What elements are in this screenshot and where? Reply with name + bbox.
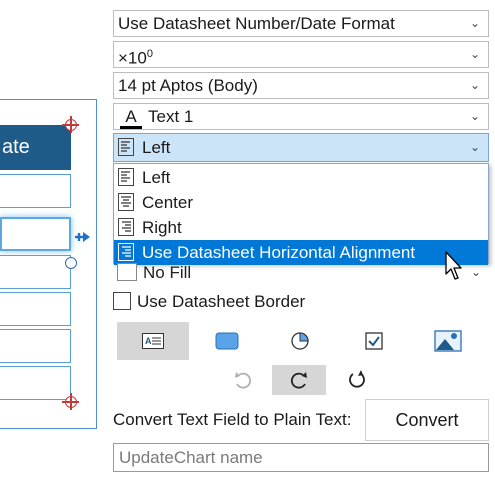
chevron-down-icon: ⌄ [470, 265, 481, 279]
scale-dropdown[interactable]: ×100 ⌄ [113, 41, 489, 68]
table-cell[interactable] [0, 329, 71, 363]
table-cell[interactable] [0, 292, 71, 326]
convert-text-label: Convert Text Field to Plain Text: [113, 410, 352, 429]
chart-name-input[interactable] [113, 443, 489, 472]
scale-base: ×10 [118, 48, 147, 68]
picture-icon [434, 330, 462, 352]
alignment-dropdown[interactable]: Left ⌄ [113, 133, 489, 162]
textbox-icon: A [142, 333, 164, 349]
mouse-cursor-icon [445, 251, 462, 280]
alignment-option-left[interactable]: Left [114, 165, 488, 190]
rotate-right-button[interactable] [330, 365, 384, 395]
alignment-list: Left Center Right Use Datasheet Horizont… [113, 163, 489, 265]
text-color-dropdown[interactable]: A Text 1 ⌄ [113, 103, 489, 130]
use-datasheet-border-row[interactable]: Use Datasheet Border [113, 290, 305, 314]
chevron-down-icon: ⌄ [469, 78, 480, 92]
rotate-right-icon [349, 370, 365, 388]
chevron-down-icon: ⌄ [469, 47, 480, 61]
table-header-cell[interactable]: ate [0, 125, 71, 170]
table-cell[interactable] [0, 366, 71, 400]
textbox-button[interactable]: A [117, 322, 189, 360]
number-format-value: Use Datasheet Number/Date Format [118, 14, 395, 33]
table-cell[interactable] [0, 255, 71, 289]
alignment-option-label: Center [142, 193, 194, 212]
alignment-option-center[interactable]: Center [114, 190, 488, 215]
number-format-dropdown[interactable]: Use Datasheet Number/Date Format ⌄ [113, 10, 489, 37]
pie-button[interactable] [277, 324, 323, 358]
font-value: 14 pt Aptos (Body) [118, 76, 258, 95]
checkbox-button[interactable] [351, 324, 397, 358]
picture-button[interactable] [425, 324, 471, 358]
shape-button[interactable] [204, 324, 250, 358]
chevron-down-icon: ⌄ [469, 16, 480, 30]
pie-icon [291, 332, 309, 350]
convert-button[interactable]: Convert [365, 399, 489, 441]
align-center-icon [118, 192, 134, 211]
redo-button[interactable] [272, 365, 326, 395]
table-cell-selected[interactable] [0, 217, 71, 251]
resize-handle-bottom-right[interactable] [62, 393, 79, 410]
alignment-option-label: Right [142, 218, 182, 237]
rotate-left-button[interactable] [216, 365, 270, 395]
fill-dropdown[interactable]: No Fill ⌄ [113, 260, 489, 285]
resize-handle-top-right[interactable] [62, 116, 79, 133]
align-left-icon [118, 137, 134, 156]
add-column-icon[interactable] [73, 228, 91, 246]
datasheet-align-icon [118, 242, 134, 261]
alignment-option-right[interactable]: Right [114, 215, 488, 240]
table-cell[interactable] [0, 174, 71, 208]
chevron-down-icon: ⌄ [469, 109, 480, 123]
align-right-icon [118, 217, 134, 236]
align-left-icon [118, 167, 134, 186]
table-header-text: ate [2, 136, 30, 158]
rounded-rect-icon [215, 332, 239, 350]
rotate-left-icon [235, 372, 252, 389]
font-dropdown[interactable]: 14 pt Aptos (Body) ⌄ [113, 72, 489, 99]
text-color-icon: A [120, 108, 142, 129]
fill-swatch [117, 262, 137, 281]
scale-exponent: 0 [146, 48, 153, 60]
alignment-option-label: Left [142, 168, 171, 187]
use-datasheet-border-label: Use Datasheet Border [137, 292, 306, 311]
chevron-down-icon: ⌄ [469, 140, 480, 154]
fill-value: No Fill [143, 263, 192, 282]
connection-handle[interactable] [65, 257, 77, 269]
alignment-value: Left [142, 138, 171, 157]
redo-icon [290, 372, 307, 389]
use-datasheet-border-checkbox[interactable] [113, 291, 131, 310]
svg-text:A: A [145, 336, 152, 346]
checkbox-icon [365, 332, 383, 350]
text-color-value: Text 1 [148, 107, 194, 126]
